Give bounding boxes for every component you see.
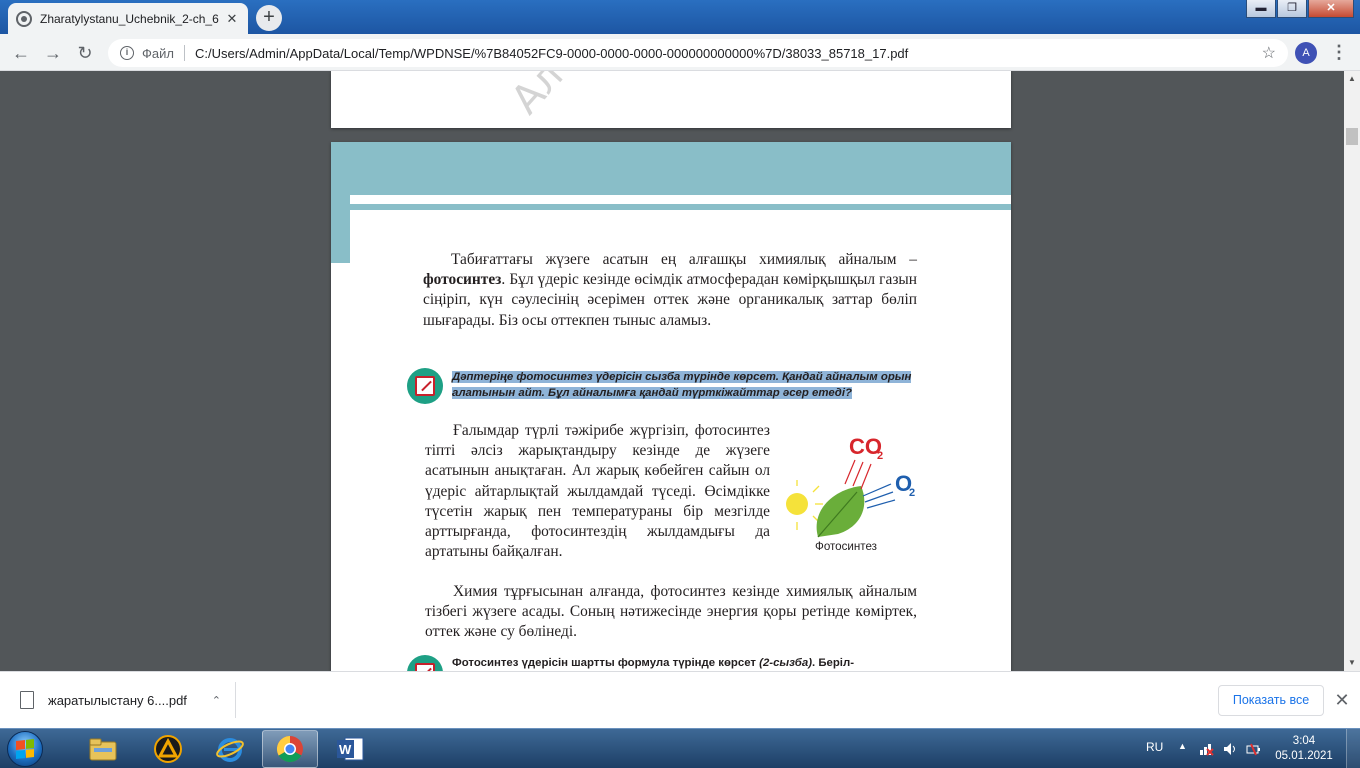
- forward-button[interactable]: →: [40, 40, 66, 66]
- page-header-line: [350, 204, 1011, 210]
- svg-text:2: 2: [909, 487, 915, 499]
- start-button[interactable]: [3, 730, 47, 768]
- divider: [183, 45, 185, 61]
- taskbar-chrome[interactable]: [262, 730, 318, 768]
- pdf-page: Табиғаттағы жүзеге асатын ең алғашқы хим…: [331, 142, 1011, 671]
- menu-icon[interactable]: ⋮: [1330, 40, 1348, 66]
- tab-close-icon[interactable]: ✕: [224, 11, 240, 27]
- clock-time: 3:04: [1292, 735, 1316, 747]
- watermark: Ал: [502, 71, 573, 124]
- paragraph-photosynthesis-intro: Табиғаттағы жүзеге асатын ең алғашқы хим…: [423, 250, 917, 331]
- task-2-main: Фотосинтез үдерісін шартты формула түрін…: [452, 657, 760, 669]
- show-desktop-button[interactable]: [1346, 729, 1360, 768]
- window-close-button[interactable]: ✕: [1308, 0, 1354, 18]
- taskbar-internet-explorer[interactable]: [202, 730, 258, 768]
- bookmark-star-icon[interactable]: ☆: [1262, 43, 1276, 63]
- formula-task-icon: [407, 655, 443, 671]
- paragraph-text: Табиғаттағы жүзеге асатын ең алғашқы хим…: [451, 251, 917, 268]
- highlighted-text: Дәптеріңе фотосинтез үдерісін сызба түрі…: [452, 371, 912, 400]
- download-item[interactable]: жаратылыстану 6....pdf ⌃: [12, 682, 236, 718]
- pdf-viewer[interactable]: Ал Табиғаттағы жүзеге асатын ең алғашқы …: [0, 71, 1344, 671]
- windows-taskbar: W RU ▲ 3:04 05.01.2021: [0, 728, 1360, 768]
- paragraph-experiments: Ғалымдар түрлі тәжірибе жүргізіп, фотоси…: [425, 422, 770, 561]
- url-text[interactable]: C:/Users/Admin/AppData/Local/Temp/WPDNSE…: [195, 46, 1262, 61]
- page-header-band: [331, 142, 1011, 195]
- scroll-thumb[interactable]: [1346, 128, 1358, 145]
- sun-ray: [812, 485, 820, 493]
- vertical-scrollbar[interactable]: ▲ ▼: [1344, 71, 1360, 671]
- taskbar-word[interactable]: W: [322, 730, 378, 768]
- taskbar-app-triangle[interactable]: [140, 730, 196, 768]
- co2-arrow: [852, 461, 864, 487]
- chrome-icon: [276, 735, 303, 763]
- shelf-close-icon[interactable]: ✕: [1332, 688, 1352, 712]
- power-icon[interactable]: [1245, 741, 1261, 760]
- show-all-button[interactable]: Показать все: [1218, 685, 1324, 716]
- svg-text:2: 2: [877, 450, 883, 462]
- scroll-up-icon[interactable]: ▲: [1344, 71, 1360, 87]
- download-file-name[interactable]: жаратылыстану 6....pdf: [48, 693, 212, 708]
- word-icon: W: [337, 737, 364, 761]
- downloads-shelf: жаратылыстану 6....pdf ⌃ Показать все ✕: [0, 671, 1360, 728]
- figure-caption: Фотосинтез: [815, 540, 877, 553]
- photosynthesis-illustration: CO 2 O 2: [786, 434, 915, 538]
- tab-title: Zharatylystanu_Uchebnik_2-ch_6: [40, 11, 219, 26]
- new-tab-button[interactable]: +: [256, 5, 282, 31]
- volume-icon[interactable]: [1222, 741, 1238, 760]
- task-2-tail: . Беріл-: [811, 657, 854, 669]
- notebook-task-icon: [407, 368, 443, 404]
- task-2-text: Фотосинтез үдерісін шартты формула түрін…: [452, 655, 918, 671]
- title-bar: Zharatylystanu_Uchebnik_2-ch_6 ✕ + ▬ ❐ ✕: [0, 0, 1360, 34]
- paragraph-chemistry: Химия тұрғысынан алғанда, фотосинтез кез…: [425, 583, 917, 641]
- system-clock[interactable]: 3:04 05.01.2021: [1270, 734, 1338, 764]
- page-header-band-side: [331, 195, 350, 263]
- network-icon[interactable]: [1198, 741, 1214, 760]
- browser-tab[interactable]: Zharatylystanu_Uchebnik_2-ch_6 ✕: [8, 3, 248, 34]
- leaf-icon: [816, 486, 865, 538]
- clock-date: 05.01.2021: [1275, 750, 1333, 762]
- co2-arrows: [844, 459, 872, 490]
- scroll-down-icon[interactable]: ▼: [1344, 655, 1360, 671]
- globe-icon: [16, 10, 32, 27]
- window-controls: ▬ ❐ ✕: [1245, 0, 1354, 18]
- language-indicator[interactable]: RU: [1146, 740, 1163, 754]
- task-2-reference: (2-сызба): [759, 657, 812, 669]
- o2-arrows: [862, 483, 896, 509]
- reload-button[interactable]: ↻: [72, 40, 98, 66]
- task-1-text: Дәптеріңе фотосинтез үдерісін сызба түрі…: [452, 369, 920, 402]
- address-bar[interactable]: i Файл C:/Users/Admin/AppData/Local/Temp…: [108, 39, 1288, 67]
- folder-icon: [89, 738, 117, 761]
- browser-toolbar: ← → ↻ i Файл C:/Users/Admin/AppData/Loca…: [0, 34, 1360, 71]
- svg-text:W: W: [339, 742, 352, 757]
- scheme-label: Файл: [142, 45, 174, 61]
- bold-term: фотосинтез: [423, 271, 502, 289]
- minimize-button[interactable]: ▬: [1246, 0, 1276, 18]
- o2-arrow: [866, 499, 896, 509]
- back-button[interactable]: ←: [8, 40, 34, 66]
- chevron-up-icon[interactable]: ⌃: [212, 694, 221, 707]
- o2-label: O 2: [895, 471, 915, 499]
- taskbar-explorer[interactable]: [75, 730, 131, 768]
- file-icon: [20, 691, 34, 709]
- co2-arrow: [860, 463, 872, 490]
- triangle-app-icon: [154, 735, 182, 763]
- info-icon[interactable]: i: [120, 46, 134, 60]
- co2-arrow: [844, 459, 856, 485]
- pdf-page-previous: Ал: [331, 71, 1011, 128]
- restore-button[interactable]: ❐: [1277, 0, 1307, 18]
- internet-explorer-icon: [216, 738, 244, 762]
- co2-label: CO 2: [849, 434, 883, 462]
- profile-avatar[interactable]: A: [1295, 42, 1317, 64]
- windows-flag-icon: [16, 739, 34, 759]
- tray-expand-icon[interactable]: ▲: [1178, 741, 1187, 751]
